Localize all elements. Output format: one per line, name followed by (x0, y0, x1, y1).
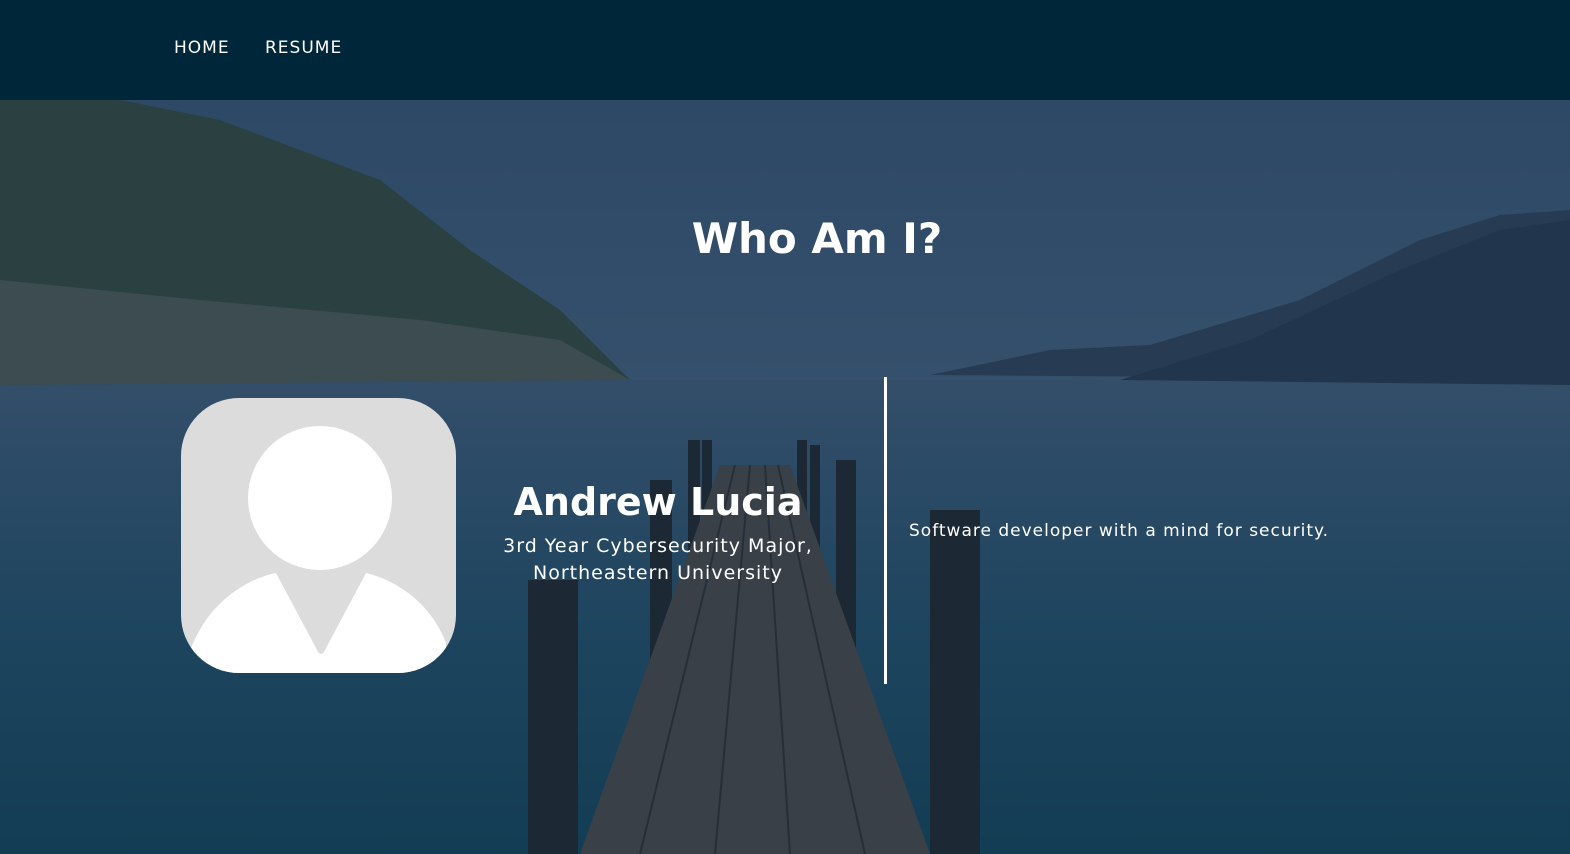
profile-subtitle-line1: 3rd Year Cybersecurity Major, (503, 535, 813, 557)
profile-avatar (181, 398, 456, 673)
hero-section: Who Am I? Andrew Lucia 3rd Year Cybersec… (0, 100, 1570, 854)
profile-name: Andrew Lucia (513, 480, 803, 524)
top-navbar: HOME RESUME (0, 0, 1570, 100)
nav-link-resume[interactable]: RESUME (265, 38, 342, 58)
hero-title: Who Am I? (691, 214, 943, 263)
profile-tagline: Software developer with a mind for secur… (909, 521, 1330, 541)
vertical-divider (884, 377, 887, 684)
profile-subtitle-line2: Northeastern University (533, 562, 783, 584)
user-placeholder-icon (191, 426, 446, 673)
profile-subtitle: 3rd Year Cybersecurity Major, Northeaste… (487, 533, 829, 587)
nav-link-home[interactable]: HOME (174, 38, 230, 58)
